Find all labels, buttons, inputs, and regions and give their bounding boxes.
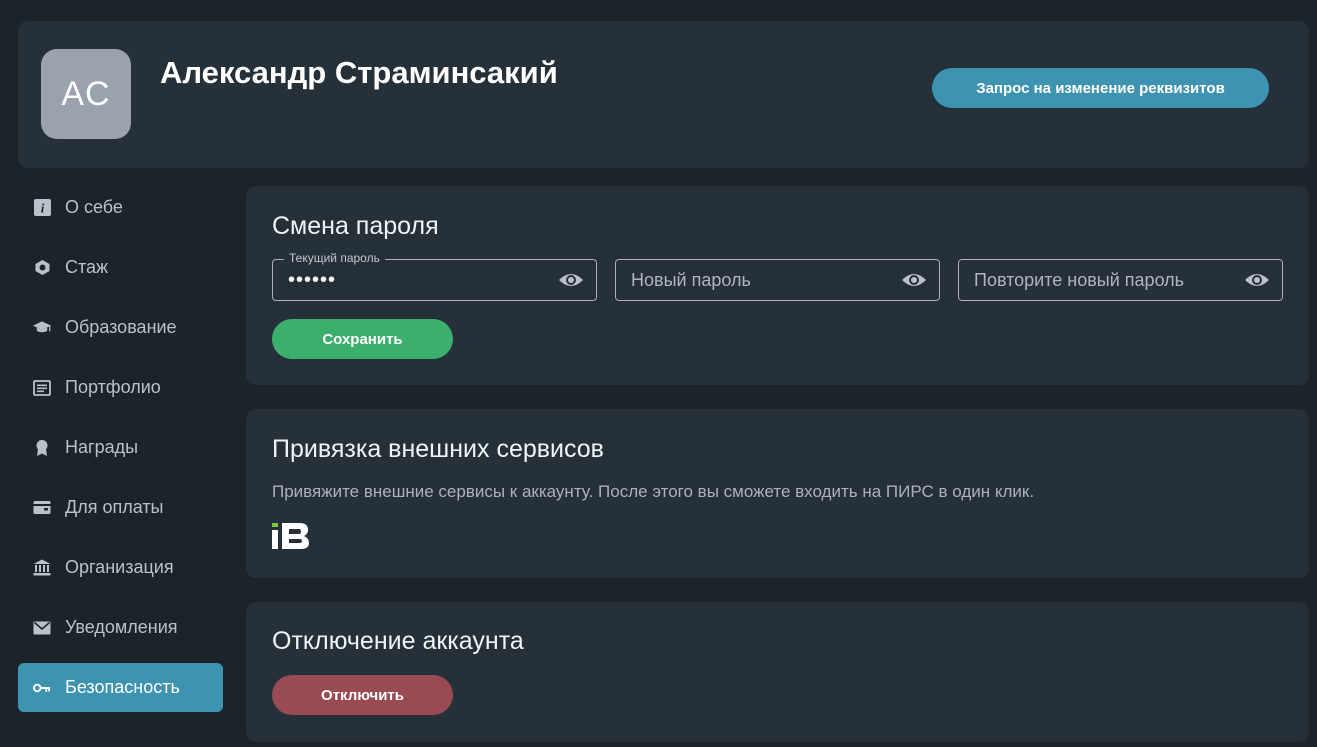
disable-card-title: Отключение аккаунта — [272, 627, 524, 655]
current-password-field[interactable]: Текущий пароль •••••• — [272, 251, 597, 301]
sidebar-item-label: Для оплаты — [65, 497, 164, 517]
password-change-card: Смена пароля Текущий пароль •••••• Сохра… — [246, 186, 1309, 385]
key-icon — [33, 679, 51, 697]
avatar: AC — [41, 49, 131, 139]
sidebar-item-label: Награды — [65, 437, 139, 457]
envelope-icon — [33, 619, 51, 637]
ib-service-logo[interactable] — [272, 521, 310, 551]
current-password-label: Текущий пароль — [284, 251, 385, 265]
sidebar-item-label: Организация — [65, 557, 174, 577]
repeat-password-input[interactable] — [959, 260, 1229, 300]
sidebar-item-education[interactable]: Образование — [18, 303, 223, 352]
info-icon: i — [33, 199, 51, 217]
hexagon-icon — [33, 259, 51, 277]
sidebar-item-experience[interactable]: Стаж — [18, 243, 223, 292]
services-card-title: Привязка внешних сервисов — [272, 435, 604, 463]
request-details-change-button[interactable]: Запрос на изменение реквизитов — [932, 68, 1269, 108]
sidebar-item-portfolio[interactable]: Портфолио — [18, 363, 223, 412]
bank-icon — [33, 559, 51, 577]
sidebar-item-security[interactable]: Безопасность — [18, 663, 223, 712]
svg-text:i: i — [40, 201, 44, 216]
award-icon — [33, 439, 51, 457]
eye-icon[interactable] — [901, 270, 927, 290]
sidebar-item-payment[interactable]: Для оплаты — [18, 483, 223, 532]
wallet-icon — [33, 499, 51, 517]
sidebar-item-notifications[interactable]: Уведомления — [18, 603, 223, 652]
sidebar-item-label: Уведомления — [65, 617, 178, 637]
current-password-value: •••••• — [288, 269, 337, 291]
user-name: Александр Страминсакий — [160, 55, 558, 90]
sidebar-item-awards[interactable]: Награды — [18, 423, 223, 472]
eye-icon[interactable] — [1244, 270, 1270, 290]
document-icon — [33, 379, 51, 397]
sidebar-item-label: Безопасность — [65, 677, 180, 697]
sidebar-item-label: Стаж — [65, 257, 109, 277]
profile-header: AC Александр Страминсакий Запрос на изме… — [18, 21, 1309, 168]
sidebar-item-about[interactable]: i О себе — [18, 183, 223, 232]
account-disable-card: Отключение аккаунта Отключить — [246, 602, 1309, 742]
disable-account-button[interactable]: Отключить — [272, 675, 453, 715]
sidebar-item-label: О себе — [65, 197, 123, 217]
new-password-field[interactable] — [615, 259, 940, 301]
sidebar-item-label: Портфолио — [65, 377, 161, 397]
avatar-initials: AC — [61, 74, 111, 113]
sidebar: i О себе Стаж Образование Портфолио Нагр… — [18, 183, 223, 723]
save-button[interactable]: Сохранить — [272, 319, 453, 359]
eye-icon[interactable] — [558, 270, 584, 290]
services-description: Привяжите внешние сервисы к аккаунту. По… — [272, 482, 1035, 501]
sidebar-item-label: Образование — [65, 317, 177, 337]
sidebar-item-organization[interactable]: Организация — [18, 543, 223, 592]
external-services-card: Привязка внешних сервисов Привяжите внеш… — [246, 409, 1309, 578]
graduation-cap-icon — [33, 319, 51, 337]
password-card-title: Смена пароля — [272, 212, 439, 240]
repeat-password-field[interactable] — [958, 259, 1283, 301]
new-password-input[interactable] — [616, 260, 886, 300]
